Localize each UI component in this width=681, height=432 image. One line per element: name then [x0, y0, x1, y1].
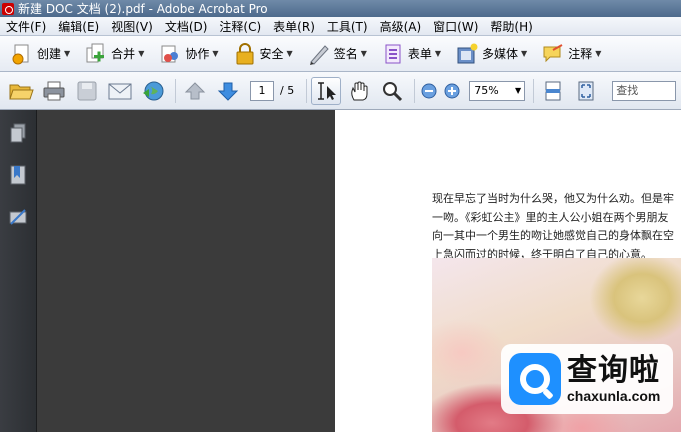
watermark-brand: 查询啦 [567, 353, 660, 388]
multimedia-button[interactable]: 多媒体 ▼ [451, 40, 531, 68]
arrow-up-icon [184, 81, 206, 99]
menu-tools[interactable]: 工具(T) [321, 18, 374, 35]
menu-edit[interactable]: 编辑(E) [52, 18, 105, 35]
forms-label: 表单 [407, 47, 432, 61]
folder-icon [9, 84, 34, 99]
fit-page-icon [578, 81, 594, 100]
multimedia-label: 多媒体 [482, 47, 519, 61]
chevron-down-icon: ▼ [360, 49, 367, 58]
zoom-select[interactable]: 75% ▼ [469, 80, 526, 101]
globe-icon [143, 81, 164, 100]
menu-window[interactable]: 窗口(W) [427, 18, 484, 35]
collaborate-label: 协作 [185, 47, 210, 61]
chevron-down-icon: ▼ [434, 49, 442, 58]
envelope-icon [108, 83, 132, 99]
magnifier-icon [383, 81, 403, 101]
zoom-in-button[interactable] [442, 77, 462, 105]
sign-button[interactable]: 签名 ▼ [303, 40, 371, 68]
combine-button[interactable]: 合并 ▼ [80, 40, 148, 68]
text-line: 向一其中一个男生的吻让她感觉自己的身体飘在空 [432, 229, 674, 242]
tasks-toolbar: 创建 ▼ 合并 ▼ 协作 ▼ 安全 ▼ 签名 ▼ 表单 ▼ 多媒体 ▼ 注释 ▼ [0, 36, 681, 72]
create-icon [12, 44, 29, 64]
acrobat-app-icon [2, 2, 14, 15]
secure-button[interactable]: 安全 ▼ [229, 40, 297, 68]
chevron-down-icon: ▼ [286, 49, 293, 58]
create-label: 创建 [37, 47, 62, 61]
save-disk-icon [77, 81, 97, 100]
text-line: 现在早忘了当时为什么哭，他又为什么劝。但是牢 [432, 192, 674, 205]
next-page-button[interactable] [213, 77, 243, 105]
zoom-out-icon [421, 83, 437, 98]
scrolling-mode-button[interactable] [538, 77, 568, 105]
email-button[interactable] [105, 77, 135, 105]
chevron-down-icon: ▼ [521, 49, 528, 58]
chevron-down-icon: ▼ [138, 49, 145, 58]
chevron-down-icon: ▼ [212, 49, 219, 58]
document-paragraph: 现在早忘了当时为什么哭，他又为什么劝。但是牢 一吻。《彩虹公主》里的主人公小姐在… [432, 190, 681, 264]
toolbar-separator [414, 78, 416, 103]
previous-page-button[interactable] [180, 77, 210, 105]
navigation-pane [0, 110, 37, 432]
bookmarks-icon[interactable] [8, 164, 28, 186]
page-number-input[interactable]: 1 [250, 80, 274, 101]
zoom-in-icon [444, 83, 460, 98]
select-tool-button[interactable] [311, 76, 342, 105]
hand-tool-button[interactable] [344, 77, 374, 105]
toolbar-separator [533, 78, 535, 103]
create-button[interactable]: 创建 ▼ [6, 40, 74, 68]
toolbar-separator [306, 78, 308, 103]
hand-icon [351, 80, 368, 100]
menu-view[interactable]: 视图(V) [105, 18, 159, 35]
forms-button[interactable]: 表单 ▼ [377, 40, 445, 68]
watermark-domain: chaxunla.com [567, 388, 661, 404]
chevron-down-icon: ▼ [515, 86, 522, 95]
watermark: 查询啦 chaxunla.com [501, 344, 673, 414]
find-input[interactable]: 查找 [612, 80, 677, 101]
signatures-icon[interactable] [8, 206, 28, 228]
pen-icon [309, 44, 329, 65]
menu-bar: 文件(F) 编辑(E) 视图(V) 文档(D) 注释(C) 表单(R) 工具(T… [0, 17, 681, 36]
fit-page-button[interactable] [571, 77, 601, 105]
combine-icon [86, 43, 105, 62]
print-button[interactable] [39, 77, 69, 105]
share-button[interactable] [138, 77, 168, 105]
chevron-down-icon: ▼ [595, 49, 602, 58]
text-cursor-icon [318, 81, 337, 100]
toolbar-separator [175, 78, 176, 103]
arrow-down-icon [217, 82, 239, 101]
menu-forms[interactable]: 表单(R) [267, 18, 321, 35]
printer-icon [43, 81, 65, 100]
sign-label: 签名 [333, 47, 358, 61]
window-title: 新建 DOC 文档 (2).pdf - Adobe Acrobat Pro [18, 2, 268, 16]
marquee-zoom-button[interactable] [377, 77, 407, 105]
menu-help[interactable]: 帮助(H) [484, 18, 538, 35]
save-button[interactable] [72, 77, 102, 105]
collaborate-button[interactable]: 协作 ▼ [154, 40, 222, 68]
chevron-down-icon: ▼ [64, 49, 71, 58]
pages-icon[interactable] [8, 122, 28, 144]
title-bar: 新建 DOC 文档 (2).pdf - Adobe Acrobat Pro [0, 0, 681, 17]
zoom-out-button[interactable] [419, 77, 439, 105]
collaborate-icon [161, 45, 179, 62]
comment-button[interactable]: 注释 ▼ [537, 40, 605, 68]
menu-advanced[interactable]: 高级(A) [374, 18, 428, 35]
lock-icon [236, 42, 254, 64]
menu-document[interactable]: 文档(D) [159, 18, 214, 35]
secure-label: 安全 [259, 47, 284, 61]
comment-label: 注释 [568, 47, 593, 61]
open-button[interactable] [6, 77, 36, 105]
multimedia-icon [457, 43, 478, 63]
text-line: 一吻。《彩虹公主》里的主人公小姐在两个男朋友 [432, 210, 669, 224]
zoom-value: 75% [474, 84, 499, 97]
common-toolbar: 1 / 5 75% ▼ 查找 [0, 72, 681, 110]
comment-icon [543, 43, 563, 62]
menu-comments[interactable]: 注释(C) [213, 18, 267, 35]
form-icon [385, 44, 401, 63]
menu-file[interactable]: 文件(F) [0, 18, 52, 35]
page-scroll-icon [545, 81, 561, 100]
page-total: / 5 [280, 84, 295, 97]
watermark-logo-icon [509, 353, 561, 405]
combine-label: 合并 [111, 47, 136, 61]
